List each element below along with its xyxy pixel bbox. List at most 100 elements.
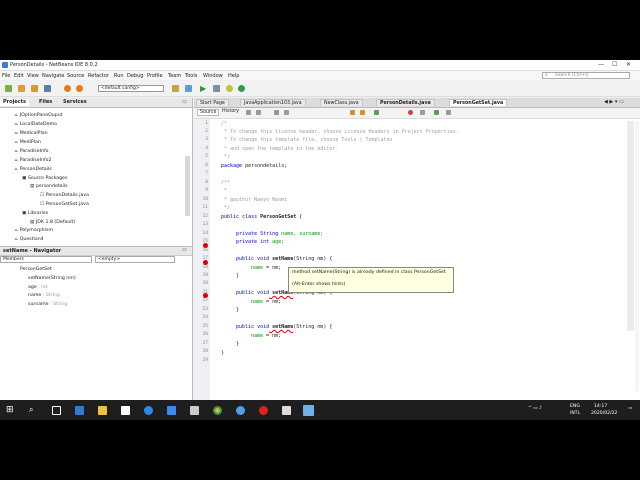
new-file-icon[interactable] [5, 85, 12, 92]
history-view-button[interactable]: History [220, 109, 241, 114]
navigator-member[interactable]: age : int [28, 285, 47, 290]
tree-item[interactable]: ☕ ParadiseInfo2 [14, 158, 51, 163]
language-indicator[interactable]: ENG [570, 404, 580, 409]
save-all-icon[interactable] [44, 85, 51, 92]
source-view-button[interactable]: Source [197, 109, 220, 116]
menu-view[interactable]: View [27, 73, 39, 79]
run-icon[interactable]: ▶ [200, 84, 206, 93]
menu-file[interactable]: File [2, 73, 10, 79]
tab-start-page[interactable]: Start Page [196, 99, 229, 106]
windows-start-icon[interactable]: ⊞ [6, 405, 14, 415]
editor-tool-icon[interactable] [350, 110, 355, 115]
tree-item-file[interactable]: ☐ PersonGetSet.java [40, 202, 89, 207]
maximize-button[interactable]: ☐ [612, 61, 617, 68]
new-project-icon[interactable] [18, 85, 25, 92]
tree-item[interactable]: ☕ LocalDateDemo [14, 122, 57, 127]
tree-item[interactable]: ☕ Question4 [14, 237, 44, 242]
tab-scroll-icon[interactable]: ◀ ▶ ▾ ▭ [604, 99, 624, 105]
menu-edit[interactable]: Edit [14, 73, 24, 79]
menu-navigate[interactable]: Navigate [42, 73, 64, 79]
editor-tool-icon[interactable] [408, 110, 413, 115]
tab-persongetset[interactable]: PersonGetSet.java [449, 99, 508, 106]
store-icon[interactable] [121, 406, 130, 415]
editor-tool-icon[interactable] [274, 110, 279, 115]
tree-item-libraries[interactable]: ▣ Libraries [22, 211, 48, 216]
editor-tool-icon[interactable] [360, 110, 365, 115]
dropbox-icon[interactable] [167, 406, 176, 415]
menu-refactor[interactable]: Refactor [88, 73, 109, 79]
menu-team[interactable]: Team [168, 73, 181, 79]
editor-tool-icon[interactable] [284, 110, 289, 115]
clock-time[interactable]: 14:17 [594, 404, 607, 409]
edge-icon[interactable] [144, 406, 153, 415]
menu-help[interactable]: Help [228, 73, 239, 79]
error-stripe[interactable] [635, 121, 639, 391]
members-select[interactable]: Members [0, 256, 92, 263]
editor-tool-icon[interactable] [434, 110, 439, 115]
navigator-member[interactable]: setName(String nm) [28, 276, 76, 281]
notification-icon[interactable]: ▭ [628, 406, 632, 411]
chrome-app-icon[interactable] [236, 406, 245, 415]
config-select[interactable]: <default config> [98, 85, 164, 92]
navigator-member[interactable]: name : String [28, 293, 60, 298]
error-icon[interactable] [203, 260, 208, 265]
tab-services[interactable]: Services [60, 99, 90, 106]
undo-icon[interactable] [64, 85, 71, 92]
tray-icons[interactable]: ^ ▭ ♪ [528, 406, 542, 411]
build-icon[interactable] [172, 85, 179, 92]
clean-build-icon[interactable] [185, 85, 192, 92]
clock-date[interactable]: 2020/02/22 [591, 411, 617, 416]
open-project-icon[interactable] [31, 85, 38, 92]
tree-item[interactable]: ☕ MedicalPlan [14, 131, 48, 136]
error-icon[interactable] [203, 293, 208, 298]
error-icon[interactable] [203, 243, 208, 248]
media-icon[interactable] [282, 406, 291, 415]
editor-tool-icon[interactable] [246, 110, 251, 115]
tree-scrollbar[interactable] [185, 156, 190, 216]
minimize-button[interactable]: — [598, 61, 604, 68]
menu-window[interactable]: Window [203, 73, 223, 79]
editor-scrollbar[interactable] [627, 121, 634, 331]
tab-files[interactable]: Files [36, 99, 55, 106]
menu-profile[interactable]: Profile [147, 73, 163, 79]
minimize-panel-icon[interactable]: ▭ [182, 99, 187, 105]
tree-item-file[interactable]: ☐ PersonDetails.java [40, 193, 89, 198]
tree-item[interactable]: ☕ Polymorphism [14, 228, 53, 233]
tab-newclass[interactable]: NewClass.java [320, 99, 363, 106]
tree-item[interactable]: ☕ MediPlan [14, 140, 41, 145]
menu-source[interactable]: Source [67, 73, 84, 79]
debug-icon[interactable] [213, 85, 220, 92]
tree-item-jdk[interactable]: ▤ JDK 1.8 (Default) [30, 220, 75, 225]
tree-item[interactable]: ☕ ParadiseInfo [14, 149, 48, 154]
tree-item[interactable]: ☕ JOptionPaneOuput [14, 113, 63, 118]
editor-tool-icon[interactable] [446, 110, 451, 115]
search-input[interactable]: Search (Ctrl+I) [542, 72, 630, 79]
photos-icon[interactable] [190, 406, 199, 415]
edge-legacy-icon[interactable] [75, 406, 84, 415]
netbeans-icon[interactable] [303, 405, 314, 416]
minimize-panel-icon[interactable]: ▭ [182, 247, 187, 253]
file-explorer-icon[interactable] [98, 406, 107, 415]
editor-tool-icon[interactable] [420, 110, 425, 115]
filter-select[interactable]: <empty> [95, 256, 175, 263]
tab-projects[interactable]: Projects [0, 99, 30, 106]
navigator-root[interactable]: PersonGetSet [20, 267, 52, 272]
tab-persondetails[interactable]: PersonDetails.java [376, 99, 435, 106]
menu-run[interactable]: Run [114, 73, 124, 79]
chrome-icon[interactable] [213, 406, 222, 415]
menu-tools[interactable]: Tools [185, 73, 197, 79]
menu-debug[interactable]: Debug [127, 73, 143, 79]
tab-javaapplication103[interactable]: JavaApplication103.java [240, 99, 306, 106]
tree-item-package[interactable]: ▤ persondetails [30, 184, 68, 189]
editor-tool-icon[interactable] [256, 110, 261, 115]
tree-item-source-packages[interactable]: ▣ Source Packages [22, 176, 67, 181]
profile-icon[interactable] [226, 85, 233, 92]
tree-item-persondetails[interactable]: ☕ PersonDetails [14, 167, 52, 172]
navigator-member[interactable]: surname : String [28, 302, 67, 307]
redo-icon[interactable] [76, 85, 83, 92]
profile-dropdown-icon[interactable] [238, 85, 245, 92]
opera-icon[interactable] [259, 406, 268, 415]
editor-tool-icon[interactable] [374, 110, 379, 115]
search-icon[interactable]: ⌕ [29, 405, 33, 415]
close-button[interactable]: ✕ [626, 61, 631, 68]
